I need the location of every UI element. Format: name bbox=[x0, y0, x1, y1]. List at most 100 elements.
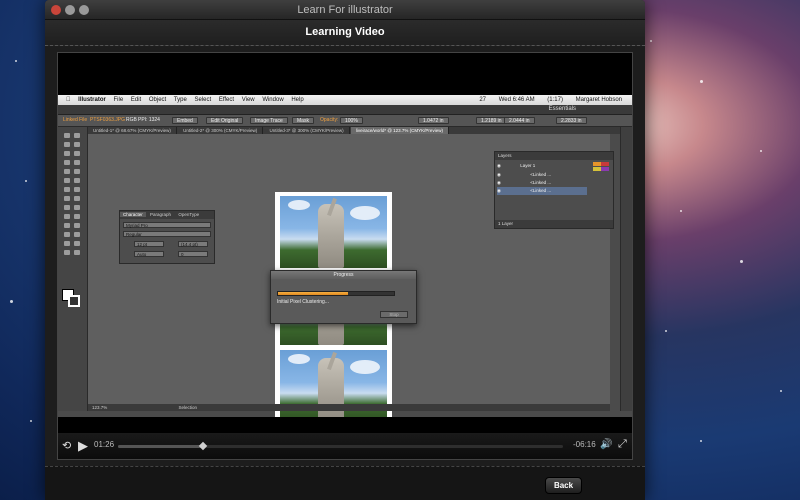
column-graph-tool-icon bbox=[74, 232, 80, 237]
ctrl-image-trace: Image Trace bbox=[250, 117, 288, 124]
status-count: 27 bbox=[479, 97, 487, 103]
menu-type: Type bbox=[167, 97, 187, 103]
pencil-tool-icon bbox=[74, 169, 80, 174]
tab-paragraph: Paragraph bbox=[150, 212, 172, 217]
progress-message: Initial Pixel Clustering... bbox=[277, 299, 329, 305]
tools-panel bbox=[58, 127, 88, 411]
fullscreen-icon[interactable]: ⤢ bbox=[618, 438, 627, 451]
stop-button: Stop bbox=[380, 311, 408, 318]
status-user: Margaret Hobson bbox=[575, 97, 622, 103]
ctrl-edit-original: Edit Original bbox=[206, 117, 244, 124]
tab-opentype: OpenType bbox=[178, 212, 200, 217]
artboard-tool-icon bbox=[64, 241, 70, 246]
status-bar: 123.7% Selection bbox=[88, 404, 610, 411]
ctrl-mask: Mask bbox=[292, 117, 314, 124]
ctrl-ppi: PPI: 1324 bbox=[138, 117, 160, 123]
progress-bar-fill bbox=[278, 292, 348, 295]
back-button[interactable]: Back bbox=[545, 477, 582, 494]
remaining-time: -06:16 bbox=[573, 440, 596, 449]
type-tool-icon bbox=[74, 151, 80, 156]
ctrl-h: 2.2833 in bbox=[556, 117, 587, 124]
menubar-status: 27 Wed 6:46 AM (1:17) Margaret Hobson bbox=[474, 95, 628, 105]
perspective-grid-tool-icon bbox=[74, 205, 80, 210]
gradient-tool-icon bbox=[74, 214, 80, 219]
play-button[interactable]: ▶ bbox=[78, 438, 88, 454]
character-panel: Character Paragraph OpenType Myriad Pro … bbox=[119, 210, 215, 264]
tab-character: Character bbox=[120, 212, 146, 217]
current-tool: Selection bbox=[178, 405, 198, 410]
doc-tab-active: liveirace/world* @ 123.7% (CMYK/Preview) bbox=[350, 127, 449, 134]
selection-tool-icon bbox=[64, 133, 70, 138]
progress-title: Progress bbox=[271, 271, 416, 279]
width-tool-icon bbox=[64, 196, 70, 201]
app-window: Learn For illustrator Learning Video  I… bbox=[45, 0, 645, 500]
layer-item-name: <Linked ... bbox=[530, 188, 552, 193]
status-clock: Wed 6:46 AM bbox=[498, 97, 535, 103]
eye-icon: ◉ bbox=[497, 172, 501, 177]
ctrl-embed: Embed bbox=[172, 117, 198, 124]
menu-file: File bbox=[107, 97, 124, 103]
direct-selection-tool-icon bbox=[74, 133, 80, 138]
eye-icon: ◉ bbox=[497, 180, 501, 185]
document-tabs: Untitled-1* @ 68.67% (CMYK/Preview) Unti… bbox=[88, 127, 632, 134]
progress-dialog: Progress Initial Pixel Clustering... Sto… bbox=[270, 270, 417, 324]
window-titlebar: Learn For illustrator bbox=[45, 0, 645, 20]
ctrl-color-mode: RGB bbox=[126, 117, 137, 123]
blend-tool-icon bbox=[74, 223, 80, 228]
font-style-field: Regular bbox=[123, 231, 211, 237]
doc-tab: Untitled-2* @ 300% (CMYK/Preview) bbox=[178, 127, 264, 134]
blob-brush-tool-icon bbox=[64, 178, 70, 183]
layer-item-row-selected: ◉ <Linked ... bbox=[497, 187, 587, 195]
menu-object: Object bbox=[142, 97, 166, 103]
statue-image bbox=[280, 196, 387, 268]
rewind-15-icon[interactable]: ⟲ bbox=[62, 439, 71, 452]
eye-icon: ◉ bbox=[497, 163, 501, 168]
menu-select: Select bbox=[188, 97, 211, 103]
pen-tool-icon bbox=[64, 151, 70, 156]
layers-panel-tab: Layers bbox=[495, 152, 613, 160]
kerning-field: Auto bbox=[134, 251, 164, 257]
stroke-swatch bbox=[68, 295, 80, 307]
ctrl-x: 1.0472 in bbox=[418, 117, 449, 124]
swatches-panel bbox=[593, 162, 609, 178]
window-title: Learn For illustrator bbox=[297, 4, 393, 16]
rotate-tool-icon bbox=[64, 187, 70, 192]
mesh-tool-icon bbox=[64, 214, 70, 219]
footer-bar: Back bbox=[45, 466, 645, 500]
layer-item-row: ◉ <Linked ... bbox=[497, 179, 587, 187]
magic-wand-tool-icon bbox=[64, 142, 70, 147]
rectangle-tool-icon bbox=[74, 160, 80, 165]
workspace-bar: Essentials bbox=[58, 105, 632, 115]
page-title: Learning Video bbox=[305, 26, 385, 38]
layer-name: Layer 1 bbox=[520, 163, 536, 168]
font-size-field: 12 pt bbox=[134, 241, 164, 247]
ctrl-file: PTSF0363.JPG bbox=[90, 117, 126, 123]
volume-icon[interactable]: 🔊 bbox=[600, 439, 612, 450]
video-menubar:  Illustrator File Edit Object Type Sele… bbox=[58, 95, 632, 105]
seek-knob[interactable] bbox=[198, 441, 207, 451]
paintbrush-tool-icon bbox=[64, 169, 70, 174]
seek-bar-fill bbox=[118, 445, 203, 448]
video-player[interactable]:  Illustrator File Edit Object Type Sele… bbox=[57, 52, 633, 460]
workspace-name: Essentials bbox=[548, 106, 576, 112]
layer-item-name: <Linked ... bbox=[530, 172, 552, 177]
lasso-tool-icon bbox=[74, 142, 80, 147]
layer-item-name: <Linked ... bbox=[530, 180, 552, 185]
menu-app: Illustrator bbox=[72, 97, 106, 103]
menu-view: View bbox=[235, 97, 255, 103]
elapsed-time: 01:26 bbox=[94, 440, 115, 449]
ctrl-y: 1.2189 in bbox=[476, 117, 507, 124]
line-tool-icon bbox=[64, 160, 70, 165]
zoom-level: 123.7% bbox=[92, 405, 108, 410]
layer-row: ◉ Layer 1 bbox=[497, 162, 587, 170]
leading-field: (14.4 pt) bbox=[178, 241, 208, 247]
zoom-tool-icon bbox=[74, 250, 80, 255]
apple-icon:  bbox=[66, 97, 71, 103]
hand-tool-icon bbox=[64, 250, 70, 255]
shape-builder-tool-icon bbox=[64, 205, 70, 210]
layers-panel: Layers ◉ Layer 1 ◉ <Linked ... ◉ <Linked… bbox=[494, 151, 614, 229]
seek-bar[interactable] bbox=[118, 441, 563, 451]
menu-window: Window bbox=[256, 97, 283, 103]
menu-edit: Edit bbox=[124, 97, 141, 103]
menu-help: Help bbox=[285, 97, 303, 103]
